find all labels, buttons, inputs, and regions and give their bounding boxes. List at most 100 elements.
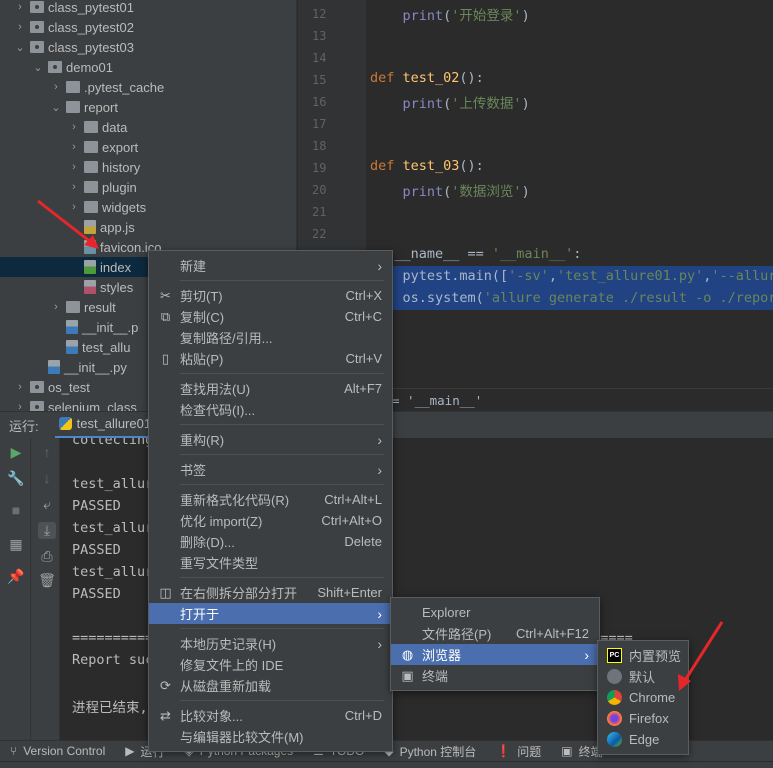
menu-separator bbox=[149, 420, 392, 429]
tree-item[interactable]: › export bbox=[0, 137, 296, 157]
menu-item[interactable]: 检查代码(I)... bbox=[149, 399, 392, 420]
status-bar bbox=[0, 761, 773, 768]
menu-item-shortcut: Ctrl+V bbox=[345, 351, 382, 366]
pin-icon[interactable]: 📌 bbox=[7, 568, 25, 585]
chrome-icon bbox=[607, 690, 622, 705]
menu-separator bbox=[149, 696, 392, 705]
menu-item[interactable]: 打开于 › bbox=[149, 603, 392, 624]
tree-item[interactable]: ⌄ report bbox=[0, 97, 296, 117]
layout-icon[interactable]: ▦ bbox=[7, 536, 25, 553]
console-line: test_allur bbox=[72, 564, 154, 580]
code-token: ) bbox=[521, 184, 530, 200]
tool-window-5[interactable]: ❗ 问题 bbox=[486, 741, 551, 762]
code-line[interactable]: os.system('allure generate ./result -o .… bbox=[370, 290, 773, 306]
tree-item[interactable]: ⌄ demo01 bbox=[0, 57, 296, 77]
code-line[interactable]: print('开始登录') bbox=[370, 4, 530, 24]
browser-option[interactable]: Chrome bbox=[598, 687, 688, 708]
tree-item[interactable]: app.js bbox=[0, 217, 296, 237]
run-icon: ▶ bbox=[125, 744, 135, 758]
menu-item[interactable]: 复制路径/引用... bbox=[149, 327, 392, 348]
tree-item-label: os_test bbox=[48, 379, 90, 395]
tree-item[interactable]: › history bbox=[0, 157, 296, 177]
menu-item[interactable]: Explorer bbox=[391, 602, 599, 623]
menu-item[interactable]: 修复文件上的 IDE bbox=[149, 654, 392, 675]
menu-item[interactable]: 新建 › bbox=[149, 255, 392, 276]
menu-item[interactable]: ◫ 在右侧拆分部分打开 Shift+Enter bbox=[149, 582, 392, 603]
menu-item[interactable]: 本地历史记录(H) › bbox=[149, 633, 392, 654]
print-icon[interactable]: ⎙ bbox=[38, 548, 56, 565]
wrench-icon[interactable]: 🔧 bbox=[7, 470, 25, 487]
soft-wrap-icon[interactable]: ⤶ bbox=[38, 496, 56, 513]
code-line[interactable]: print('上传数据') bbox=[370, 92, 530, 112]
menu-item[interactable]: ◍ 浏览器 › bbox=[391, 644, 599, 665]
menu-item-label: 重写文件类型 bbox=[180, 556, 259, 571]
menu-item-shortcut: Ctrl+C bbox=[344, 309, 382, 324]
menu-item[interactable]: ⟳ 从磁盘重新加载 bbox=[149, 675, 392, 696]
menu-item[interactable]: ▯ 粘贴(P) Ctrl+V bbox=[149, 348, 392, 369]
line-number: 20 bbox=[312, 183, 327, 197]
menu-item[interactable]: ▣ 终端 bbox=[391, 665, 599, 686]
console-line: PASSED bbox=[72, 498, 121, 514]
menu-item[interactable]: 查找用法(U) Alt+F7 bbox=[149, 378, 392, 399]
browser-option[interactable]: Edge bbox=[598, 729, 688, 750]
code-line[interactable]: def test_02(): bbox=[370, 70, 484, 86]
chevron-right-icon: › bbox=[18, 21, 22, 33]
code-token: , bbox=[548, 268, 557, 284]
folder-icon bbox=[84, 121, 98, 133]
tree-item[interactable]: › plugin bbox=[0, 177, 296, 197]
tree-item[interactable]: › class_pytest02 bbox=[0, 17, 296, 37]
line-number: 12 bbox=[312, 7, 327, 21]
code-token: test_03 bbox=[402, 158, 460, 174]
folder-icon bbox=[84, 141, 98, 153]
menu-item[interactable]: ✂ 剪切(T) Ctrl+X bbox=[149, 285, 392, 306]
code-line[interactable]: pytest.main(['-sv','test_allure01.py','-… bbox=[370, 268, 773, 284]
tree-item[interactable]: ⌄ class_pytest03 bbox=[0, 37, 296, 57]
browser-option[interactable]: PC 内置预览 bbox=[598, 645, 688, 666]
code-line[interactable]: def test_03(): bbox=[370, 158, 484, 174]
menu-item[interactable]: 书签 › bbox=[149, 459, 392, 480]
scroll-to-end-icon[interactable]: ⤓ bbox=[38, 522, 56, 539]
code-line[interactable]: __name__ == '__main__': bbox=[370, 246, 581, 262]
menu-item[interactable]: ⧉ 复制(C) Ctrl+C bbox=[149, 306, 392, 327]
menu-item[interactable]: 与编辑器比较文件(M) bbox=[149, 726, 392, 747]
up-arrow-icon[interactable]: ↑ bbox=[38, 444, 56, 460]
browser-option[interactable]: 默认 bbox=[598, 666, 688, 687]
tree-item[interactable]: › .pytest_cache bbox=[0, 77, 296, 97]
menu-item-label: 新建 bbox=[180, 259, 207, 274]
browser-option-label: Chrome bbox=[629, 690, 676, 705]
console-line: test_allur bbox=[72, 520, 154, 536]
menu-item[interactable]: 重构(R) › bbox=[149, 429, 392, 450]
stop-icon[interactable]: ■ bbox=[7, 502, 25, 518]
menu-item[interactable]: 重新格式化代码(R) Ctrl+Alt+L bbox=[149, 489, 392, 510]
menu-item[interactable]: 重写文件类型 bbox=[149, 552, 392, 573]
menu-item[interactable]: ⇄ 比较对象... Ctrl+D bbox=[149, 705, 392, 726]
tree-item-label: class_pytest02 bbox=[48, 19, 134, 35]
menu-item[interactable]: 优化 import(Z) Ctrl+Alt+O bbox=[149, 510, 392, 531]
code-token: : bbox=[573, 246, 582, 262]
chevron-right-icon: › bbox=[18, 401, 22, 411]
python-file-icon bbox=[48, 360, 60, 374]
tree-item[interactable]: › widgets bbox=[0, 197, 296, 217]
run-tab[interactable]: test_allure01 bbox=[54, 412, 156, 439]
run-toolbar-secondary: ↑ ↓ ⤶ ⤓ ⎙ 🗑 bbox=[31, 438, 60, 740]
browser-option[interactable]: Firefox bbox=[598, 708, 688, 729]
tree-item[interactable]: › class_pytest01 bbox=[0, 0, 296, 17]
tree-item-label: plugin bbox=[102, 179, 137, 195]
menu-item-label: Explorer bbox=[422, 605, 471, 620]
menu-item[interactable]: 文件路径(P) Ctrl+Alt+F12 bbox=[391, 623, 599, 644]
tool-window-0[interactable]: ⑂ Version Control bbox=[0, 741, 115, 762]
trash-icon[interactable]: 🗑 bbox=[38, 572, 56, 589]
rerun-icon[interactable]: ▶ bbox=[7, 444, 25, 461]
menu-item[interactable]: 删除(D)... Delete bbox=[149, 531, 392, 552]
js-file-icon bbox=[84, 220, 96, 234]
down-arrow-icon[interactable]: ↓ bbox=[38, 470, 56, 486]
code-line[interactable]: print('数据浏览') bbox=[370, 180, 530, 200]
line-number: 21 bbox=[312, 205, 327, 219]
chevron-right-icon: › bbox=[377, 605, 382, 622]
chevron-right-icon: › bbox=[72, 141, 76, 153]
menu-item-label: 粘贴(P) bbox=[180, 352, 224, 367]
menu-item-label: 本地历史记录(H) bbox=[180, 637, 277, 652]
tree-item[interactable]: › data bbox=[0, 117, 296, 137]
